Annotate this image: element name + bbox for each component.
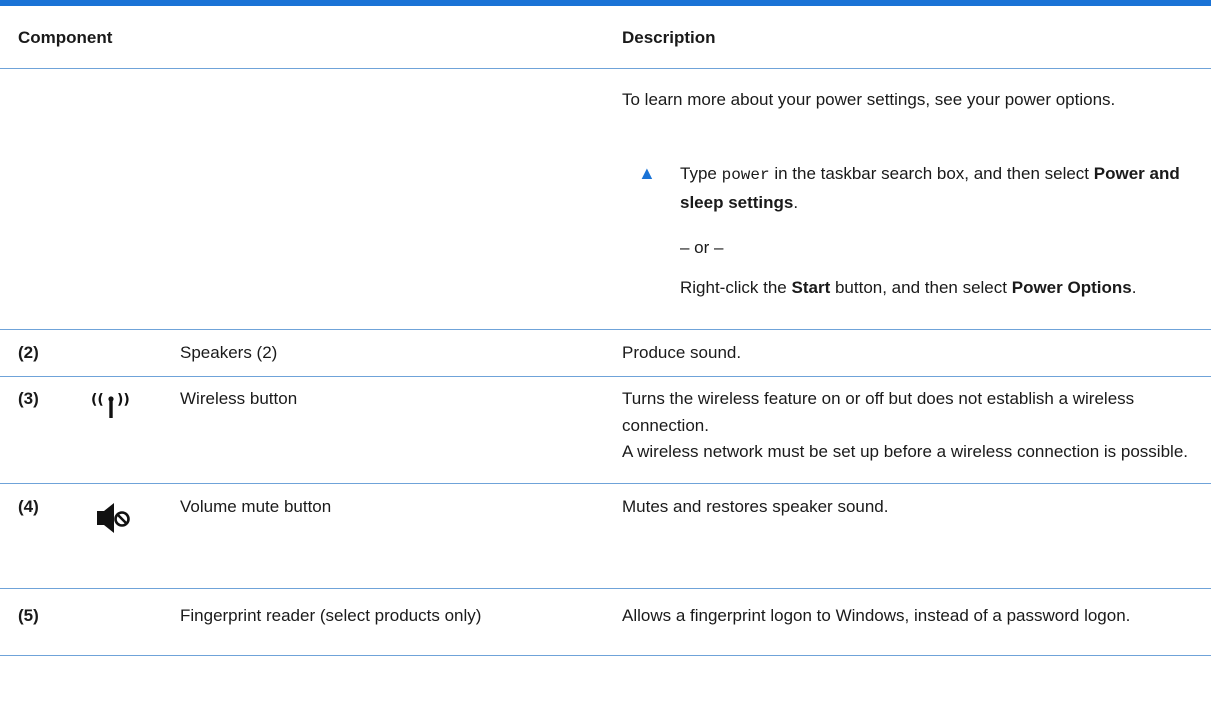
row-description-extra: A wireless network must be set up before… [622,442,1188,461]
step-triangle-icon: ▲ [638,163,656,183]
table-top-rule [0,0,1211,6]
header-description: Description [622,28,716,47]
table-bottom-rule [0,655,1211,656]
row-separator [0,329,1211,330]
row-description: Allows a fingerprint logon to Windows, i… [622,606,1131,625]
power-or: – or – [680,238,724,257]
volume-mute-icon [90,500,138,544]
row-description: Turns the wireless feature on or off but… [622,389,1135,435]
svg-text:)): )) [117,392,130,408]
row-number: (3) [18,389,39,408]
row-number: (4) [18,497,39,516]
row-description: Mutes and restores speaker sound. [622,497,889,516]
svg-text:((: (( [91,392,104,408]
row-number: (5) [18,606,39,625]
row-separator [0,376,1211,377]
row-number: (2) [18,343,39,362]
wireless-icon: (( )) [90,386,134,430]
row-component: Volume mute button [180,497,332,516]
code-power: power [721,166,770,184]
row-component: Speakers (2) [180,343,278,362]
row-component: Fingerprint reader (select products only… [180,606,482,625]
power-alt-step: Right-click the Start button, and then s… [680,278,1137,297]
power-intro: To learn more about your power settings,… [622,90,1116,109]
row-description: Produce sound. [622,343,742,362]
row-separator [0,588,1211,589]
header-separator [0,68,1211,69]
row-separator [0,483,1211,484]
header-component: Component [18,28,113,47]
power-step: Type power in the taskbar search box, an… [680,164,1180,212]
row-component: Wireless button [180,389,298,408]
